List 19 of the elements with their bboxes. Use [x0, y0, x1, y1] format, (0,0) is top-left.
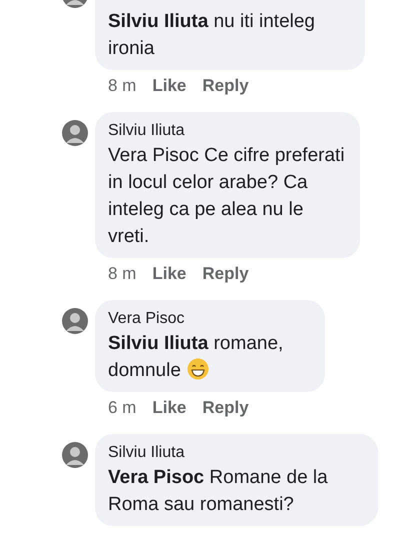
reply-link[interactable]: Reply [202, 396, 249, 420]
like-link[interactable]: Like [152, 262, 186, 286]
reply-link[interactable]: Reply [202, 74, 249, 98]
comment-time: 8 m [108, 263, 136, 285]
comment-author[interactable]: Silviu Iliuta [108, 120, 347, 142]
avatar [62, 120, 88, 146]
comment-author[interactable]: Silviu Iliuta [108, 442, 365, 464]
avatar [62, 308, 88, 334]
comment-time: 6 m [108, 397, 136, 419]
comment-text: Vera Pisoc Romane de la Roma sau romanesti? [108, 466, 329, 517]
like-link[interactable]: Like [152, 74, 186, 98]
comment-author[interactable]: Vera Pisoc [108, 308, 312, 330]
like-link[interactable]: Like [152, 396, 186, 420]
comment-time: 8 m [108, 75, 136, 97]
reply-link[interactable]: Reply [202, 262, 249, 286]
comment-text: Vera Pisoc Ce cifre preferati in locul celor arabe? Ca inteleg ca pe alea nu le vreti. [108, 144, 346, 249]
avatar [62, 442, 88, 468]
comment-text: Silviu Iliuta nu iti inteleg ironia [108, 10, 316, 61]
comment-text: Silviu Iliuta romane, domnule [108, 332, 284, 383]
